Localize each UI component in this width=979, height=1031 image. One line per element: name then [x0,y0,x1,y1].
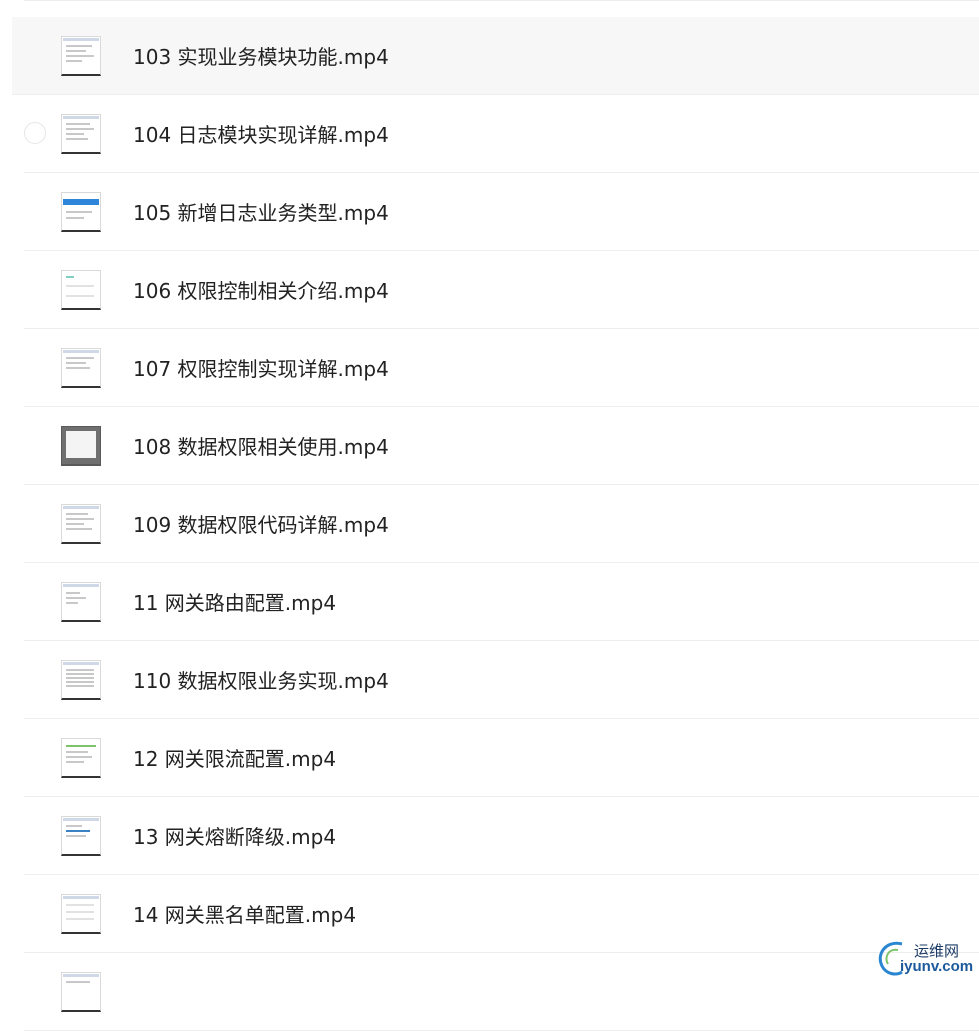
list-item[interactable]: 103 实现业务模块功能.mp4 [12,17,979,95]
list-item[interactable]: 11 网关路由配置.mp4 [24,563,979,641]
video-thumbnail [61,35,101,76]
file-name: 110 数据权限业务实现.mp4 [133,669,389,693]
file-name: 13 网关熔断降级.mp4 [133,825,337,849]
list-item[interactable]: 105 新增日志业务类型.mp4 [24,173,979,251]
video-thumbnail [61,581,101,622]
video-thumbnail [61,815,101,856]
file-name: 12 网关限流配置.mp4 [133,747,337,771]
list-item[interactable]: 107 权限控制实现详解.mp4 [24,329,979,407]
video-thumbnail [61,425,101,466]
file-name: 107 权限控制实现详解.mp4 [133,357,389,381]
select-checkbox[interactable] [24,122,46,144]
list-item[interactable]: 14 网关黑名单配置.mp4 [24,875,979,953]
list-item[interactable]: 12 网关限流配置.mp4 [24,719,979,797]
watermark-logo: 运维网 iyunv.com [872,936,976,980]
video-thumbnail [61,113,101,154]
file-name: 14 网关黑名单配置.mp4 [133,903,357,927]
list-item[interactable]: 110 数据权限业务实现.mp4 [24,641,979,719]
video-thumbnail [61,659,101,700]
video-thumbnail [61,347,101,388]
file-name: 104 日志模块实现详解.mp4 [133,123,389,147]
video-thumbnail [61,893,101,934]
watermark-en: iyunv.com [900,958,974,975]
video-thumbnail [61,971,101,1012]
list-item[interactable]: 106 权限控制相关介绍.mp4 [24,251,979,329]
video-thumbnail [61,191,101,232]
list-item[interactable] [24,953,979,1031]
file-name: 108 数据权限相关使用.mp4 [133,435,389,459]
file-name: 11 网关路由配置.mp4 [133,591,337,615]
video-thumbnail [61,269,101,310]
video-thumbnail [61,503,101,544]
file-name: 105 新增日志业务类型.mp4 [133,201,389,225]
list-item[interactable]: 109 数据权限代码详解.mp4 [24,485,979,563]
list-item[interactable]: 104 日志模块实现详解.mp4 [24,95,979,173]
file-name: 106 权限控制相关介绍.mp4 [133,279,389,303]
video-thumbnail [61,737,101,778]
file-name: 103 实现业务模块功能.mp4 [133,45,389,69]
divider [24,0,979,1]
list-item[interactable]: 13 网关熔断降级.mp4 [24,797,979,875]
list-item[interactable]: 108 数据权限相关使用.mp4 [24,407,979,485]
file-name: 109 数据权限代码详解.mp4 [133,513,389,537]
